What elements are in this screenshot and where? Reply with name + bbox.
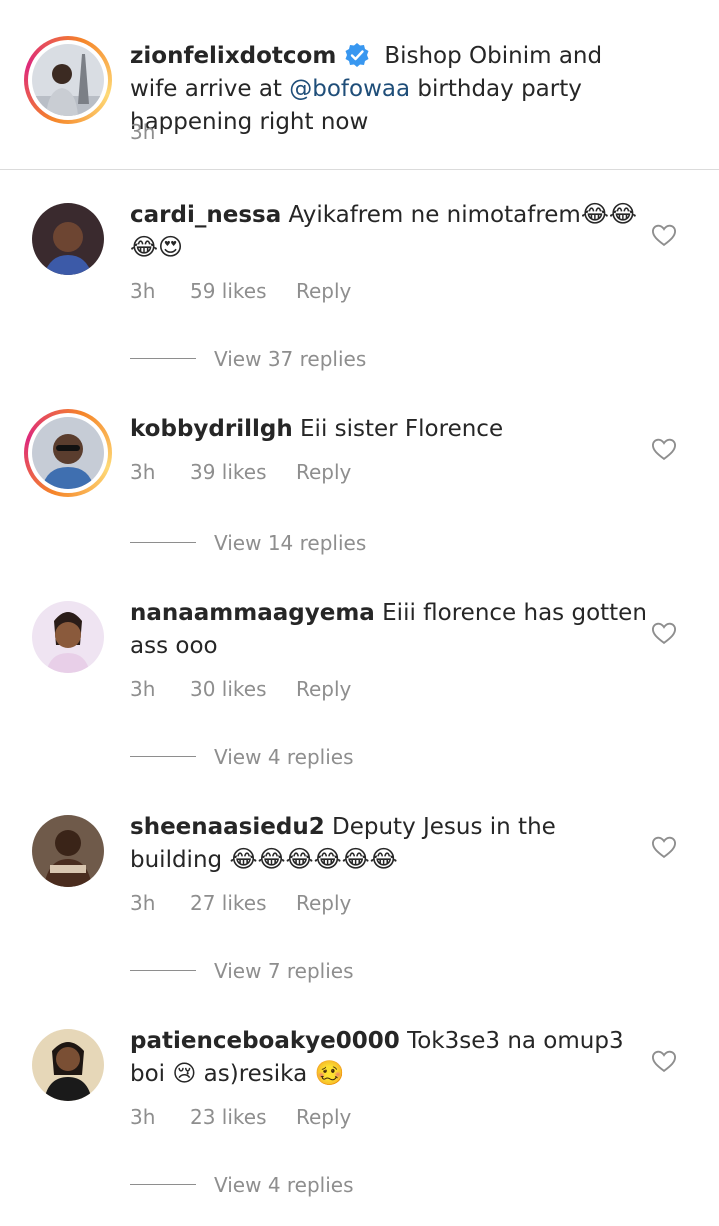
post-caption: zionfelixdotcom Bishop Obinim and wife ar…	[0, 0, 719, 170]
caption-time: 3h	[130, 120, 156, 144]
like-heart-icon[interactable]	[650, 221, 678, 249]
comment-likes[interactable]: 23 likes	[190, 1103, 267, 1131]
comment-emoji: 🥴	[314, 1059, 345, 1087]
poster-username[interactable]: zionfelixdotcom	[130, 43, 336, 69]
verified-badge-icon	[344, 42, 370, 68]
comment-username[interactable]: kobbydrillgh	[130, 416, 293, 442]
comment-time: 3h	[130, 279, 156, 303]
reply-button[interactable]: Reply	[296, 889, 351, 917]
comment-username[interactable]: patienceboakye0000	[130, 1028, 400, 1054]
mention-link[interactable]: @bofowaa	[289, 76, 410, 102]
comment-text: nanaammaagyema Eiii florence has gotten …	[130, 597, 650, 663]
comment-likes[interactable]: 30 likes	[190, 675, 267, 703]
reply-button[interactable]: Reply	[296, 277, 351, 305]
comment-text: cardi_nessa Ayikafrem ne nimotafrem😂😂😂😍	[130, 199, 650, 265]
view-replies-label: View 14 replies	[214, 531, 367, 555]
replies-divider	[130, 756, 196, 757]
view-replies-label: View 7 replies	[214, 959, 354, 983]
replies-divider	[130, 970, 196, 971]
poster-avatar[interactable]	[24, 36, 112, 124]
comment-username[interactable]: cardi_nessa	[130, 202, 281, 228]
reply-button[interactable]: Reply	[296, 675, 351, 703]
like-heart-icon[interactable]	[650, 1047, 678, 1075]
avatar-image	[32, 44, 104, 116]
comment-text: patienceboakye0000 Tok3se3 na omup3 boi …	[130, 1025, 650, 1091]
view-replies-label: View 4 replies	[214, 1173, 354, 1197]
reply-button[interactable]: Reply	[296, 458, 351, 486]
comment-time: 3h	[130, 460, 156, 484]
comment-text: kobbydrillgh Eii sister Florence	[130, 413, 650, 446]
avatar-image	[32, 203, 104, 275]
avatar-image	[32, 1029, 104, 1101]
replies-divider	[130, 1184, 196, 1185]
commenter-avatar[interactable]	[32, 601, 104, 673]
comment-body: Ayikafrem ne nimotafrem	[288, 202, 581, 228]
commenter-avatar[interactable]	[24, 409, 112, 497]
commenter-avatar[interactable]	[32, 203, 104, 275]
comment-time: 3h	[130, 891, 156, 915]
comment-username[interactable]: nanaammaagyema	[130, 600, 375, 626]
avatar-image	[32, 417, 104, 489]
comment-username[interactable]: sheenaasiedu2	[130, 814, 325, 840]
replies-divider	[130, 542, 196, 543]
commenter-avatar[interactable]	[32, 1029, 104, 1101]
comment-body: Eii sister Florence	[300, 416, 504, 442]
comment-time: 3h	[130, 677, 156, 701]
comment-time: 3h	[130, 1105, 156, 1129]
comment-likes[interactable]: 39 likes	[190, 458, 267, 486]
reply-button[interactable]: Reply	[296, 1103, 351, 1131]
avatar-image	[32, 601, 104, 673]
comment-text: sheenaasiedu2 Deputy Jesus in the buildi…	[130, 811, 650, 877]
replies-divider	[130, 358, 196, 359]
commenter-avatar[interactable]	[32, 815, 104, 887]
caption-text: zionfelixdotcom Bishop Obinim and wife ar…	[130, 40, 650, 139]
view-replies-label: View 37 replies	[214, 347, 367, 371]
like-heart-icon[interactable]	[650, 619, 678, 647]
comment-likes[interactable]: 27 likes	[190, 889, 267, 917]
avatar-image	[32, 815, 104, 887]
comment-emoji: 😂😂😂😂😂😂	[229, 845, 398, 873]
like-heart-icon[interactable]	[650, 435, 678, 463]
comment-likes[interactable]: 59 likes	[190, 277, 267, 305]
like-heart-icon[interactable]	[650, 833, 678, 861]
view-replies-label: View 4 replies	[214, 745, 354, 769]
